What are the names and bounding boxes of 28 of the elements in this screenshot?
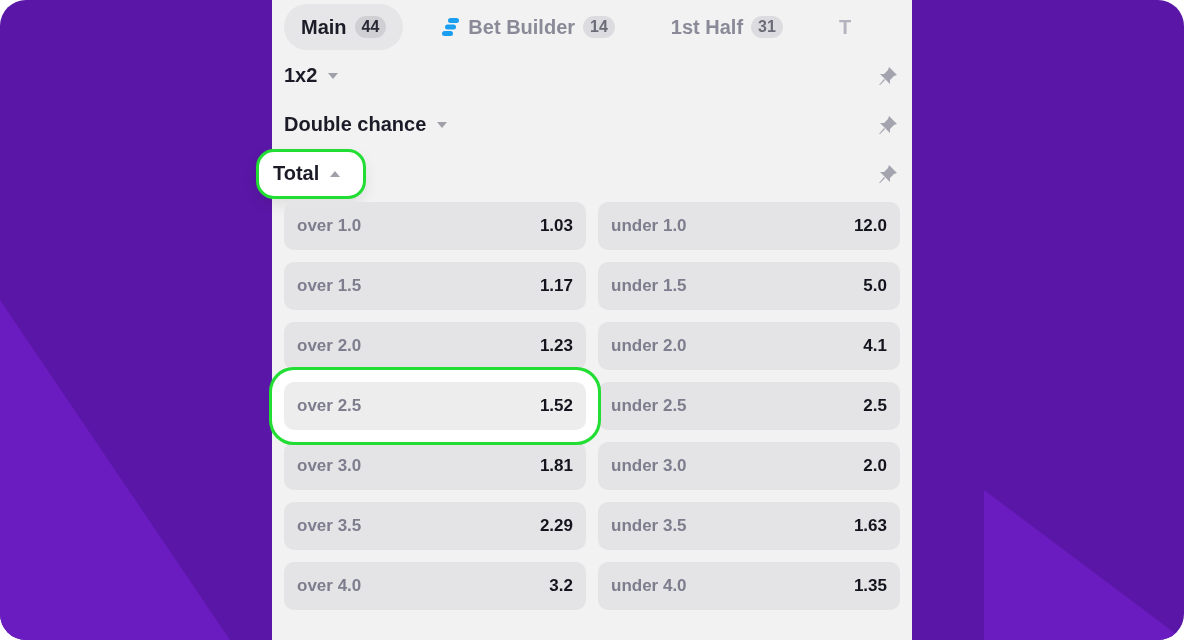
count-badge: 44	[354, 16, 387, 38]
market-header[interactable]: Total	[256, 148, 367, 199]
pin-icon[interactable]	[878, 114, 898, 135]
odds-button[interactable]: over 3.0 1.81	[284, 442, 586, 490]
market-header[interactable]: 1x2	[284, 55, 340, 96]
odds-button[interactable]: under 2.0 4.1	[598, 322, 900, 370]
odds-button[interactable]: under 2.5 2.5	[598, 382, 900, 430]
odds-button[interactable]: over 1.5 1.17	[284, 262, 586, 310]
pin-icon[interactable]	[878, 65, 898, 86]
caret-icon	[329, 169, 342, 178]
odds-button[interactable]: over 3.5 2.29	[284, 502, 586, 550]
pin-icon[interactable]	[878, 163, 898, 184]
tab[interactable]: 1st Half 31	[653, 4, 800, 50]
caret-icon	[327, 71, 340, 80]
tab[interactable]: Bet Builder 14	[425, 4, 632, 50]
tab[interactable]: Main 44	[284, 4, 404, 50]
count-badge: 14	[583, 16, 615, 38]
count-badge: 31	[751, 16, 783, 38]
market-header[interactable]: Double chance	[284, 104, 449, 145]
odds-button[interactable]: under 3.0 2.0	[598, 442, 900, 490]
odds-button[interactable]: under 1.0 12.0	[598, 202, 900, 250]
odds-button[interactable]: over 4.0 3.2	[284, 562, 586, 610]
odds-button[interactable]: under 4.0 1.35	[598, 562, 900, 610]
odds-button[interactable]: under 1.5 5.0	[598, 262, 900, 310]
odds-button[interactable]: under 3.5 1.63	[598, 502, 900, 550]
caret-icon	[436, 120, 449, 129]
odds-button[interactable]: over 2.0 1.23	[284, 322, 586, 370]
odds-button[interactable]: over 1.0 1.03	[284, 202, 586, 250]
